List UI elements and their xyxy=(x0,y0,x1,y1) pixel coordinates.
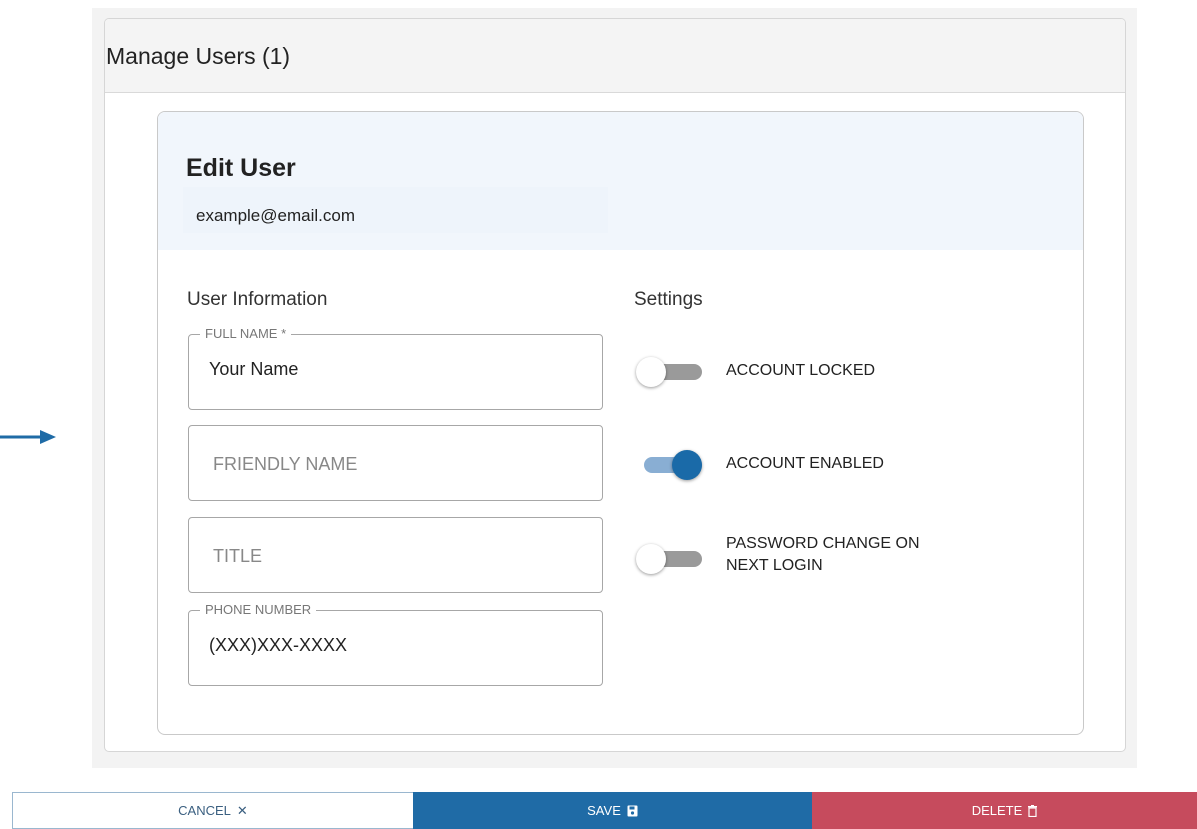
floppy-disk-icon xyxy=(627,805,638,816)
trash-icon xyxy=(1028,804,1038,817)
user-email: example@email.com xyxy=(183,187,608,233)
password-change-toggle[interactable] xyxy=(636,544,706,574)
manage-users-header: Manage Users (1) xyxy=(105,19,1125,93)
full-name-label: FULL NAME * xyxy=(200,326,292,342)
toggle-thumb xyxy=(672,450,702,480)
full-name-field[interactable]: FULL NAME * Your Name xyxy=(188,326,603,410)
cancel-label: CANCEL xyxy=(178,803,231,818)
close-icon: ✕ xyxy=(236,802,248,818)
save-label: SAVE xyxy=(587,803,621,818)
friendly-name-placeholder: FRIENDLY NAME xyxy=(213,454,358,474)
account-locked-toggle[interactable] xyxy=(636,357,706,387)
delete-button[interactable]: DELETE xyxy=(812,792,1197,829)
title-placeholder: TITLE xyxy=(213,546,263,566)
edit-user-card: Edit User example@email.com User Informa… xyxy=(157,111,1084,735)
password-change-label: PASSWORD CHANGE ON NEXT LOGIN xyxy=(726,533,920,577)
friendly-name-field[interactable]: FRIENDLY NAME xyxy=(188,425,603,501)
panel-title: Manage Users (1) xyxy=(106,43,291,69)
full-name-value[interactable]: Your Name xyxy=(209,359,298,380)
edit-user-title: Edit User xyxy=(186,154,296,182)
user-information-heading: User Information xyxy=(187,289,328,310)
cancel-button[interactable]: CANCEL ✕ xyxy=(12,792,414,829)
save-button[interactable]: SAVE xyxy=(413,792,812,829)
settings-heading: Settings xyxy=(634,289,703,310)
password-change-label-line1: PASSWORD CHANGE ON xyxy=(726,535,920,552)
arrow-right-icon xyxy=(0,430,56,444)
phone-number-value[interactable]: (XXX)XXX-XXXX xyxy=(209,635,347,656)
manage-users-panel: Manage Users (1) Edit User example@email… xyxy=(104,18,1126,752)
account-enabled-label: ACCOUNT ENABLED xyxy=(726,455,884,472)
account-locked-label: ACCOUNT LOCKED xyxy=(726,362,876,379)
edit-user-header: Edit User example@email.com xyxy=(158,112,1083,250)
password-change-label-line2: NEXT LOGIN xyxy=(726,557,823,574)
toggle-thumb xyxy=(636,357,666,387)
delete-label: DELETE xyxy=(971,803,1023,818)
toggle-thumb xyxy=(636,544,666,574)
account-enabled-toggle[interactable] xyxy=(636,450,706,480)
title-field[interactable]: TITLE xyxy=(188,517,603,593)
phone-number-field[interactable]: PHONE NUMBER (XXX)XXX-XXXX xyxy=(188,602,603,686)
phone-number-label: PHONE NUMBER xyxy=(200,602,317,618)
